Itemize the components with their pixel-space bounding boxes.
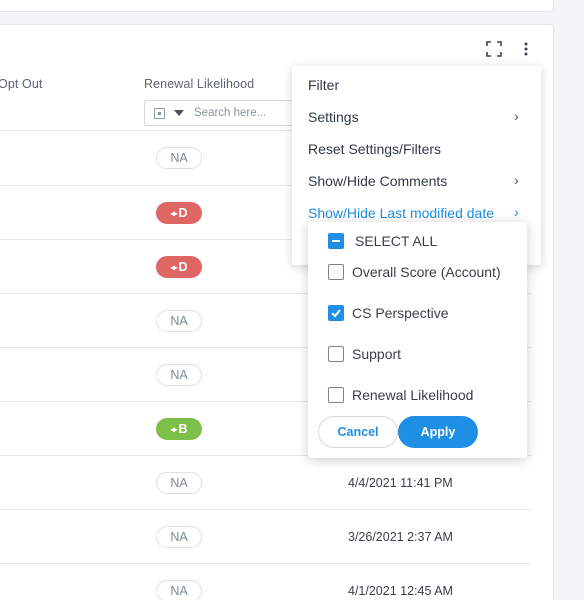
renewal-filter xyxy=(144,100,304,126)
column-checkbox[interactable] xyxy=(328,264,344,280)
renewal-badge: NA xyxy=(156,472,202,494)
column-checkbox[interactable] xyxy=(328,387,344,403)
renewal-badge: ◂▸ B xyxy=(156,418,202,440)
column-header-opt-out[interactable]: Opt Out xyxy=(0,77,42,91)
select-all-checkbox[interactable] xyxy=(328,233,344,249)
column-option-label: Renewal Likelihood xyxy=(352,387,474,403)
select-all-option[interactable]: SELECT ALL xyxy=(328,233,437,249)
row-divider xyxy=(0,509,531,510)
renewal-grade: D xyxy=(178,206,188,220)
renewal-badge: ◂▸ D xyxy=(156,202,202,224)
top-card xyxy=(0,0,554,12)
row-divider xyxy=(0,563,531,564)
column-option[interactable]: Support xyxy=(328,346,401,362)
renewal-badge: NA xyxy=(156,364,202,386)
checkmark-icon xyxy=(331,309,341,318)
filter-mode-icon[interactable] xyxy=(154,107,165,119)
renewal-grade: D xyxy=(178,260,188,274)
menu-item-show-hide-last-modified[interactable]: Show/Hide Last modified date xyxy=(308,205,494,221)
column-checkbox[interactable] xyxy=(328,305,344,321)
last-modified-date: 4/4/2021 11:41 PM xyxy=(348,476,453,490)
column-option-label: CS Perspective xyxy=(352,305,449,321)
last-modified-date: 3/26/2021 2:37 AM xyxy=(348,530,453,544)
sort-arrows-icon: ◂▸ xyxy=(170,208,177,218)
kebab-menu-icon[interactable] xyxy=(517,40,535,58)
apply-button[interactable]: Apply xyxy=(398,416,478,448)
chevron-right-icon: › xyxy=(514,108,519,124)
renewal-search-input[interactable] xyxy=(194,107,294,119)
chevron-right-icon: › xyxy=(514,204,519,220)
renewal-badge: NA xyxy=(156,310,202,332)
menu-item-filter[interactable]: Filter xyxy=(308,77,339,93)
last-modified-date: 4/1/2021 12:45 AM xyxy=(348,584,453,598)
column-visibility-submenu: SELECT ALL Overall Score (Account) CS Pe… xyxy=(308,222,527,458)
column-checkbox[interactable] xyxy=(328,346,344,362)
select-all-label: SELECT ALL xyxy=(355,233,438,249)
column-option-label: Support xyxy=(352,346,402,362)
menu-item-reset-settings[interactable]: Reset Settings/Filters xyxy=(308,141,441,157)
column-header-renewal-likelihood[interactable]: Renewal Likelihood xyxy=(144,77,254,91)
column-option-label: Overall Score (Account) xyxy=(352,264,501,280)
renewal-badge: NA xyxy=(156,526,202,548)
chevron-down-icon[interactable] xyxy=(174,110,184,116)
renewal-badge: NA xyxy=(156,580,202,600)
menu-item-settings[interactable]: Settings xyxy=(308,109,359,125)
column-option[interactable]: Renewal Likelihood xyxy=(328,387,473,403)
column-option[interactable]: Overall Score (Account) xyxy=(328,264,501,280)
expand-icon[interactable] xyxy=(485,40,503,58)
renewal-badge: ◂▸ D xyxy=(156,256,202,278)
renewal-grade: B xyxy=(178,422,188,436)
sort-arrows-icon: ◂▸ xyxy=(170,424,177,434)
menu-item-show-hide-comments[interactable]: Show/Hide Comments xyxy=(308,173,447,189)
column-option[interactable]: CS Perspective xyxy=(328,305,448,321)
sort-arrows-icon: ◂▸ xyxy=(170,262,177,272)
renewal-badge: NA xyxy=(156,147,202,169)
chevron-right-icon: › xyxy=(514,172,519,188)
cancel-button[interactable]: Cancel xyxy=(318,416,398,448)
